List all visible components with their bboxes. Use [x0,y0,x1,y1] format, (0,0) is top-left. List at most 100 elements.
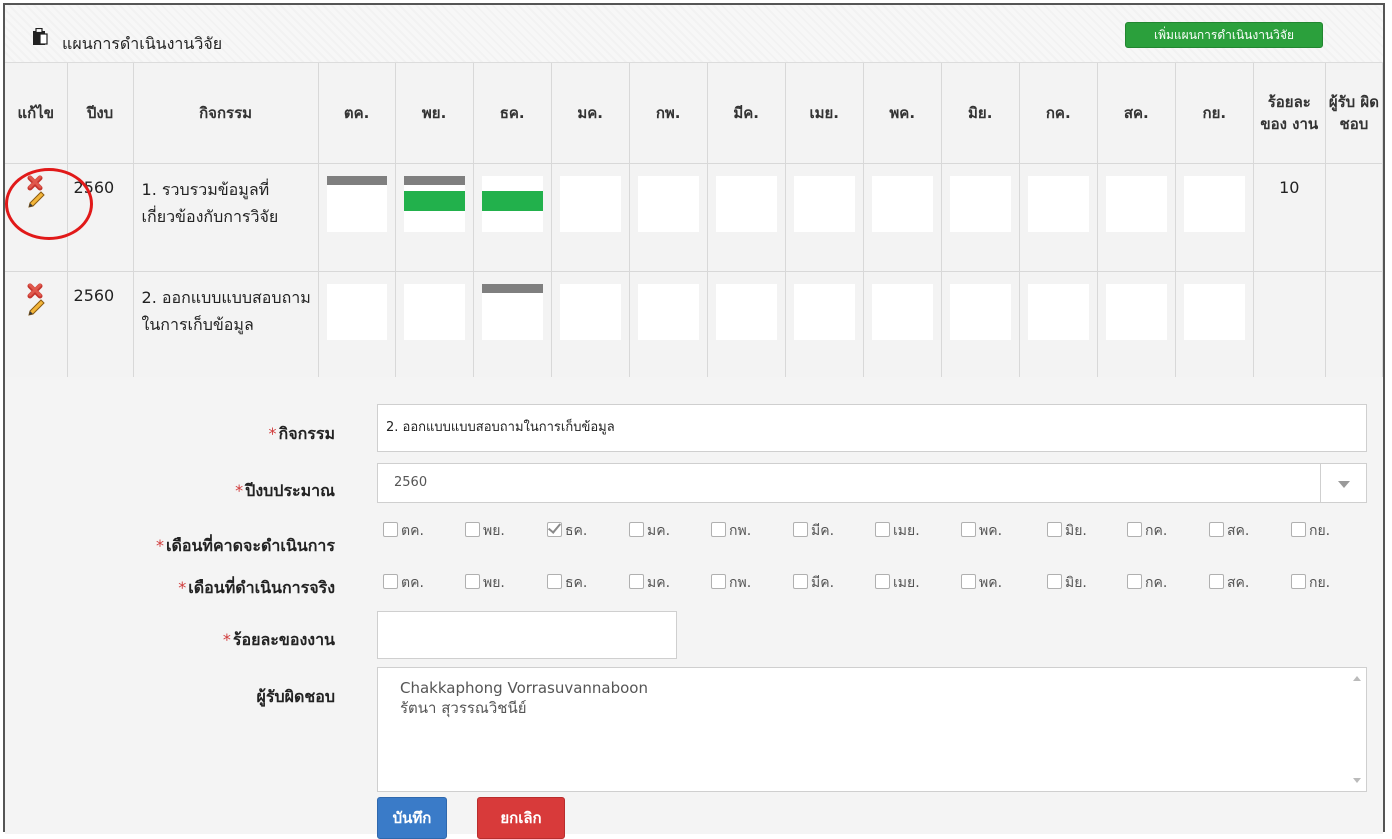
header-month: เมย. [785,63,864,164]
month-slot [715,176,777,232]
checkbox-box[interactable] [1047,574,1062,589]
checkbox-box[interactable] [465,522,480,537]
table-row: 2560 1. รวบรวมข้อมูลที่เกี่ยวข้องกับการวิ… [5,163,1384,272]
planned-month-checkbox[interactable]: กย. [1291,520,1330,542]
listbox-scrollbar[interactable] [1348,668,1366,791]
panel-title: แผนการดำเนินงานวิจัย [62,34,223,53]
planned-month-checkbox[interactable]: มีค. [793,520,834,542]
actual-month-checkbox[interactable]: ธค. [547,572,587,594]
checkbox-box[interactable] [1127,574,1142,589]
header-percent: ร้อยละ ของ งาน [1253,63,1326,164]
percent-input[interactable] [377,611,677,659]
planned-bar [403,176,465,185]
actual-month-checkbox[interactable]: มค. [629,572,670,594]
checkbox-box[interactable] [1209,522,1224,537]
month-cell [707,163,786,272]
checkbox-label: กย. [1309,575,1331,591]
checkbox-label: เมย. [893,575,920,591]
checkbox-box[interactable] [465,574,480,589]
month-slot [559,176,621,232]
actual-month-checkbox[interactable]: พย. [465,572,505,594]
month-cell [1019,271,1098,380]
plan-form: * กิจกรรม 2. ออกแบบแบบสอบถามในการเก็บข้อม… [5,377,1383,839]
month-slot [1183,284,1245,340]
checkbox-label: สค. [1227,575,1250,591]
scroll-up-icon[interactable] [1353,676,1361,681]
checkbox-label: พค. [979,575,1003,591]
month-slot [1183,176,1245,232]
planned-month-checkbox[interactable]: ตค. [383,520,424,542]
header-month: ตค. [318,63,396,164]
checkbox-label: มิย. [1065,575,1087,591]
checkbox-label: กพ. [729,523,752,539]
actual-month-checkbox[interactable]: เมย. [875,572,920,594]
actual-month-checkbox[interactable]: มีค. [793,572,834,594]
activity-input[interactable]: 2. ออกแบบแบบสอบถามในการเก็บข้อมูล [377,404,1367,452]
month-cell [395,271,474,380]
actual-month-checkbox[interactable]: กค. [1127,572,1167,594]
year-select[interactable]: 2560 [377,463,1367,503]
checkbox-box[interactable] [1047,522,1062,537]
checkbox-box[interactable] [875,522,890,537]
month-slot [1027,176,1089,232]
checkbox-label: สค. [1227,523,1250,539]
pencil-icon[interactable] [26,298,46,318]
actual-month-checkbox[interactable]: กย. [1291,572,1330,594]
checkbox-box[interactable] [629,574,644,589]
header-activity: กิจกรรม [133,63,319,164]
planned-month-checkbox[interactable]: กพ. [711,520,751,542]
month-cell [863,163,942,272]
checkbox-box[interactable] [961,574,976,589]
checkbox-box[interactable] [547,574,562,589]
checkbox-box[interactable] [629,522,644,537]
month-cell [551,271,630,380]
research-plan-panel: แผนการดำเนินงานวิจัย เพิ่มแผนการดำเนินงา… [3,3,1385,839]
checkbox-box[interactable] [1291,522,1306,537]
actual-month-checkbox[interactable]: สค. [1209,572,1249,594]
checkbox-box[interactable] [383,522,398,537]
scroll-down-icon[interactable] [1353,778,1361,783]
month-cell [1175,163,1254,272]
cancel-button[interactable]: ยกเลิก [477,797,565,839]
planned-month-checkbox[interactable]: มิย. [1047,520,1087,542]
responsible-option[interactable]: รัตนา สุวรรณวิชนีย์ [400,698,1366,718]
checkbox-label: พค. [979,523,1003,539]
actual-month-checkbox[interactable]: ตค. [383,572,424,594]
checkbox-label: กค. [1145,575,1168,591]
add-plan-button[interactable]: เพิ่มแผนการดำเนินงานวิจัย [1125,22,1323,48]
planned-month-checkbox[interactable]: กค. [1127,520,1167,542]
actual-month-checkbox[interactable]: กพ. [711,572,751,594]
month-slot [326,176,387,232]
checkbox-box[interactable] [711,574,726,589]
actual-month-checkbox[interactable]: มิย. [1047,572,1087,594]
month-cell [629,163,708,272]
activity-cell: 1. รวบรวมข้อมูลที่เกี่ยวข้องกับการวิจัย [133,163,319,272]
planned-month-checkbox[interactable]: พย. [465,520,505,542]
planned-month-checkbox[interactable]: มค. [629,520,670,542]
checkbox-box[interactable] [793,522,808,537]
checkbox-box[interactable] [961,522,976,537]
planned-bar [326,176,387,185]
delete-x-icon[interactable] [26,280,46,300]
planned-month-checkbox[interactable]: พค. [961,520,1002,542]
chevron-down-icon[interactable] [1320,464,1366,502]
checkbox-box[interactable] [547,522,562,537]
planned-month-checkbox[interactable]: เมย. [875,520,920,542]
planned-month-checkbox[interactable]: สค. [1209,520,1249,542]
checkbox-box[interactable] [1209,574,1224,589]
planned-month-checkbox[interactable]: ธค. [547,520,587,542]
actual-month-checkbox[interactable]: พค. [961,572,1002,594]
clipboard-icon [33,28,48,45]
checkbox-box[interactable] [711,522,726,537]
checkbox-box[interactable] [793,574,808,589]
checkbox-box[interactable] [1127,522,1142,537]
responsible-listbox[interactable]: Chakkaphong Vorrasuvannaboon รัตนา สุวรรณ… [377,667,1367,792]
month-slot [326,284,387,340]
checkbox-box[interactable] [383,574,398,589]
checkbox-box[interactable] [875,574,890,589]
save-button[interactable]: บันทึก [377,797,447,839]
responsible-option[interactable]: Chakkaphong Vorrasuvannaboon [400,678,1366,698]
month-cell [473,271,552,380]
checkbox-box[interactable] [1291,574,1306,589]
checkbox-label: กพ. [729,575,752,591]
